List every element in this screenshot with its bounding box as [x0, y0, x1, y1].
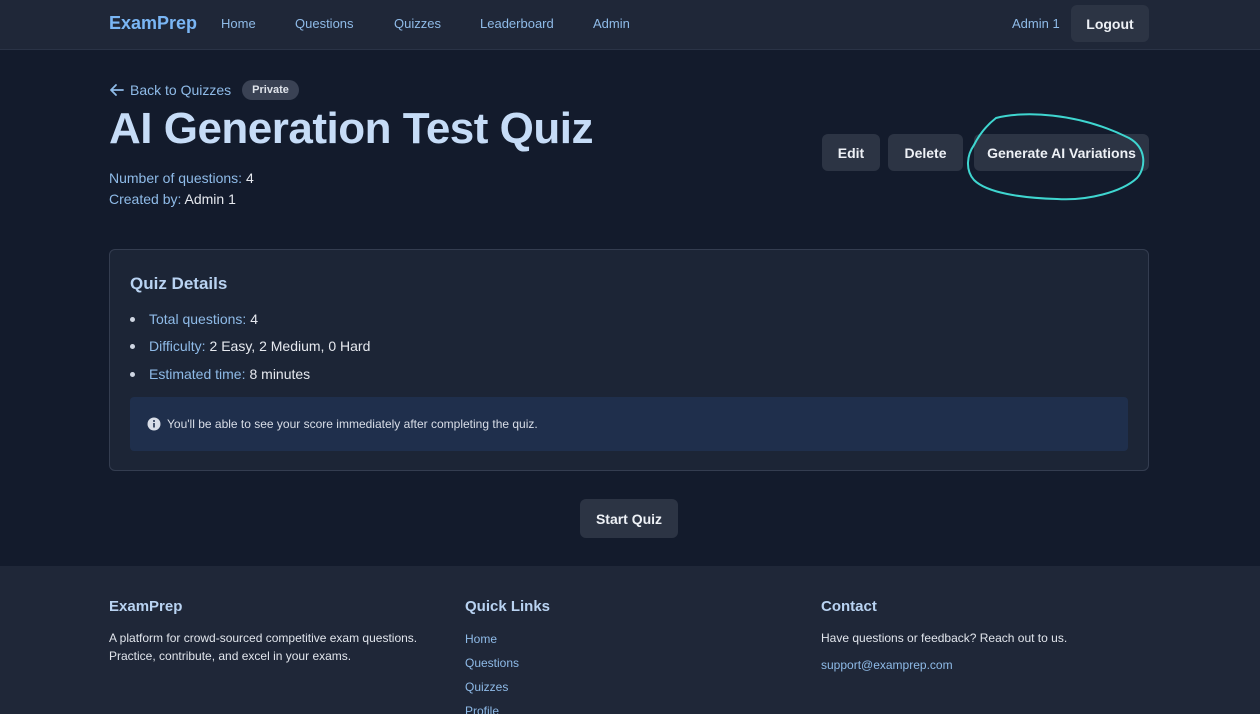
num-questions-label: Number of questions:	[109, 170, 243, 186]
created-by-value: Admin 1	[184, 191, 236, 207]
footer-link-quizzes[interactable]: Quizzes	[465, 680, 508, 694]
detail-item: Total questions: 4	[130, 311, 258, 327]
top-navbar: ExamPrep Home Questions Quizzes Leaderbo…	[0, 0, 1260, 50]
bullet-icon	[130, 371, 135, 377]
detail-value: 8 minutes	[249, 366, 311, 382]
visibility-badge: Private	[242, 80, 299, 100]
footer-brand-line2: Practice, contribute, and excel in your …	[109, 649, 352, 663]
breadcrumb: Back to Quizzes Private	[109, 80, 299, 100]
num-questions-meta: Number of questions: 4	[109, 170, 254, 186]
num-questions-value: 4	[245, 170, 254, 186]
annotation-circle	[967, 113, 1145, 201]
detail-label: Total questions:	[149, 311, 247, 327]
footer-brand-title: ExamPrep	[109, 598, 183, 615]
nav-link-home[interactable]: Home	[221, 16, 256, 31]
footer-link-profile[interactable]: Profile	[465, 704, 499, 714]
current-user-link[interactable]: Admin 1	[1012, 16, 1060, 31]
detail-label: Difficulty:	[149, 338, 206, 354]
nav-link-quizzes[interactable]: Quizzes	[394, 16, 441, 31]
quiz-details-card: Quiz Details Total questions: 4 Difficul…	[109, 249, 1149, 471]
logout-button[interactable]: Logout	[1071, 5, 1149, 42]
footer-contact-text: Have questions or feedback? Reach out to…	[821, 631, 1068, 645]
arrow-left-icon[interactable]	[109, 82, 125, 98]
detail-item: Estimated time: 8 minutes	[130, 366, 310, 382]
page-title: AI Generation Test Quiz	[109, 104, 593, 153]
nav-link-admin[interactable]: Admin	[593, 16, 630, 31]
back-to-quizzes-link[interactable]: Back to Quizzes	[130, 82, 231, 98]
footer-contact-email[interactable]: support@examprep.com	[821, 658, 953, 672]
footer-link-home[interactable]: Home	[465, 632, 497, 646]
delete-button[interactable]: Delete	[888, 134, 963, 171]
footer-contact-title: Contact	[821, 598, 877, 615]
quiz-details-title: Quiz Details	[130, 274, 228, 293]
nav-link-questions[interactable]: Questions	[295, 16, 354, 31]
brand-logo[interactable]: ExamPrep	[109, 13, 197, 34]
footer: ExamPrep A platform for crowd-sourced co…	[0, 566, 1260, 714]
edit-button[interactable]: Edit	[822, 134, 880, 171]
bullet-icon	[130, 316, 135, 322]
detail-item: Difficulty: 2 Easy, 2 Medium, 0 Hard	[130, 338, 370, 354]
detail-label: Estimated time:	[149, 366, 246, 382]
footer-quick-links-title: Quick Links	[465, 598, 551, 615]
bullet-icon	[130, 343, 135, 349]
detail-value: 2 Easy, 2 Medium, 0 Hard	[209, 338, 371, 354]
start-quiz-button[interactable]: Start Quiz	[580, 499, 678, 538]
detail-value: 4	[250, 311, 259, 327]
info-circle-icon	[147, 417, 161, 431]
nav-link-leaderboard[interactable]: Leaderboard	[480, 16, 554, 31]
info-text: You'll be able to see your score immedia…	[167, 417, 538, 431]
footer-brand-line1: A platform for crowd-sourced competitive…	[109, 631, 418, 645]
info-alert: You'll be able to see your score immedia…	[130, 397, 1128, 451]
created-by-label: Created by:	[109, 191, 182, 207]
created-by-meta: Created by: Admin 1	[109, 191, 236, 207]
footer-link-questions[interactable]: Questions	[465, 656, 519, 670]
